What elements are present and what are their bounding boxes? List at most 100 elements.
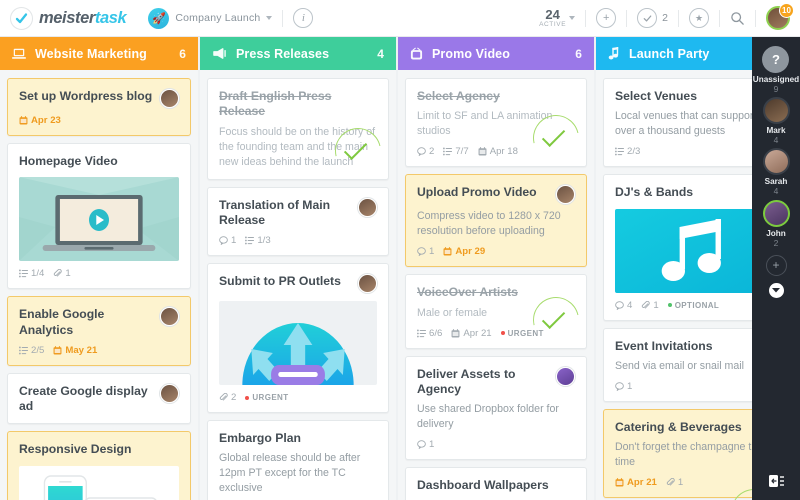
app-logo[interactable]: meistertask: [10, 6, 127, 30]
avatar[interactable]: [160, 89, 179, 108]
column-count: 4: [377, 46, 384, 61]
search-button[interactable]: [730, 11, 745, 26]
task-card[interactable]: VoiceOver Artists Male or female 6/6 Apr 21…: [405, 274, 588, 352]
green-dot-icon: [667, 303, 672, 308]
board-columns: Website Marketing 6 Set up Wordpress blog A…: [0, 37, 800, 500]
task-meta-checklist: 7/7: [443, 146, 469, 158]
add-task-button[interactable]: +: [596, 8, 617, 28]
task-meta-attach: 1: [641, 300, 659, 311]
task-description: Don't forget the champagne this time: [615, 441, 765, 469]
task-card[interactable]: Deliver Assets to Agency Use shared Dropb…: [405, 355, 587, 461]
task-meta-checklist: 6/6: [417, 328, 442, 339]
task-card[interactable]: Responsive Design: [7, 431, 191, 500]
task-card[interactable]: Homepage Video 1/4 1: [7, 143, 191, 290]
task-description: Focus should be on the history of the fo…: [219, 125, 376, 168]
task-meta: 6/6 Apr 21 URGENT: [417, 328, 575, 339]
chevron-down-icon[interactable]: [768, 282, 784, 298]
top-bar: meistertask 🚀 Company Launch i 24 ACTIVE…: [0, 0, 800, 37]
task-meta-comment: 4: [615, 300, 632, 311]
meta-text: Apr 23: [31, 115, 61, 126]
active-chevron-down-icon[interactable]: [569, 16, 576, 20]
rocket-icon: 🚀: [148, 7, 170, 29]
divider: [678, 9, 679, 27]
task-card[interactable]: Enable Google Analytics 2/5 May 21: [7, 296, 191, 366]
completed-tasks-button[interactable]: 2: [637, 8, 668, 28]
sidebar-member-sarah[interactable]: Sarah 4: [762, 148, 790, 197]
member-task-count: 4: [773, 186, 779, 197]
column-header-press-releases[interactable]: Press Releases 4: [200, 37, 396, 70]
avatar[interactable]: [556, 366, 575, 386]
chevron-down-icon[interactable]: [266, 16, 273, 20]
avatar[interactable]: [160, 307, 179, 327]
add-member-button[interactable]: +: [765, 254, 787, 276]
checklist-icon: [245, 236, 255, 245]
meta-text: 4: [627, 299, 633, 311]
avatar[interactable]: 10: [766, 3, 794, 30]
meta-text: 7/7: [455, 146, 469, 158]
task-meta-checklist: 1/4: [19, 268, 44, 279]
meta-text: 1: [677, 477, 684, 489]
meta-text: 1: [231, 235, 237, 247]
member-name: John: [766, 228, 786, 238]
avatar[interactable]: [358, 274, 377, 294]
task-card[interactable]: Dashboard Wallpapers: [405, 467, 587, 500]
task-meta-checklist: 2/5: [19, 345, 44, 356]
favorites-button[interactable]: ★: [689, 8, 709, 28]
column-header-promo-video[interactable]: Promo Video 6: [398, 37, 594, 70]
avatar[interactable]: [358, 197, 377, 217]
calendar-icon: [443, 247, 452, 256]
column-header-website-marketing[interactable]: Website Marketing 6: [0, 37, 198, 70]
sidebar-member-unassigned[interactable]: ? Unassigned 9: [753, 46, 799, 94]
task-card[interactable]: Translation of Main Release 1 1/3: [207, 186, 389, 257]
info-button[interactable]: i: [293, 8, 314, 28]
calendar-icon: [478, 147, 487, 156]
task-meta-comment: 1: [615, 381, 632, 392]
task-card[interactable]: Select Agency Limit to SF and LA animatio…: [405, 78, 588, 171]
members-sidebar: ? Unassigned 9 Mark 4 Sarah 4 John 2 +: [752, 37, 800, 500]
task-meta-date: Apr 18: [478, 146, 518, 157]
task-meta: Apr 23: [19, 115, 179, 126]
sidebar-member-mark[interactable]: Mark 4: [762, 97, 790, 146]
sidebar-member-john[interactable]: John 2: [762, 199, 790, 248]
task-meta: 1 Apr 29: [417, 246, 575, 257]
task-card[interactable]: Set up Wordpress blog Apr 23: [7, 78, 191, 136]
task-title: VoiceOver Artists: [417, 285, 518, 300]
calendar-icon: [451, 328, 460, 338]
board-column: Press Releases 4 Draft English Press Relea…: [198, 37, 396, 500]
meta-text: 1: [429, 246, 435, 258]
task-card[interactable]: Embargo Plan Global release should be aft…: [207, 420, 389, 500]
task-card[interactable]: Create Google display ad: [7, 372, 191, 425]
column-title: Website Marketing: [35, 46, 147, 61]
task-image-upload-arrows: [219, 301, 377, 386]
task-title: Translation of Main Release: [219, 197, 331, 227]
task-title: Embargo Plan: [219, 431, 301, 446]
meta-text: 2/5: [31, 344, 45, 356]
task-card[interactable]: Upload Promo Video Compress video to 1280…: [405, 174, 587, 268]
task-meta: 1 1/3: [219, 235, 377, 246]
task-meta: 2 7/7 Apr 18: [417, 146, 575, 157]
paperclip-icon: [53, 269, 63, 278]
column-title: Promo Video: [432, 46, 510, 61]
task-card[interactable]: Draft English Press Release Focus should …: [207, 78, 390, 183]
task-image-devices-mockup: [19, 465, 179, 500]
task-description: Compress video to 1280 x 720 resolution …: [417, 210, 561, 238]
active-count-widget[interactable]: 24 ACTIVE: [539, 8, 566, 29]
meta-text: 1/3: [257, 235, 271, 247]
task-title: Dashboard Wallpapers: [417, 478, 549, 493]
star-icon: ★: [694, 12, 704, 23]
task-meta-attach: 2: [219, 392, 236, 403]
task-meta-comment: 1: [219, 235, 236, 246]
meta-text: 2/3: [627, 146, 641, 158]
avatar[interactable]: [160, 383, 179, 403]
project-selector[interactable]: 🚀 Company Launch: [148, 7, 273, 29]
member-task-count: 4: [773, 135, 779, 146]
member-task-count: 2: [773, 237, 779, 248]
checklist-icon: [417, 329, 426, 338]
red-dot-icon: [500, 331, 505, 336]
task-meta-attach: 1: [53, 268, 71, 279]
avatar[interactable]: [556, 185, 575, 205]
collapse-panel-icon[interactable]: [768, 475, 784, 487]
meta-text: 2: [231, 392, 237, 404]
task-card[interactable]: Submit to PR Outlets 2 URGENT: [207, 263, 389, 414]
task-title: Create Google display ad: [19, 383, 148, 413]
